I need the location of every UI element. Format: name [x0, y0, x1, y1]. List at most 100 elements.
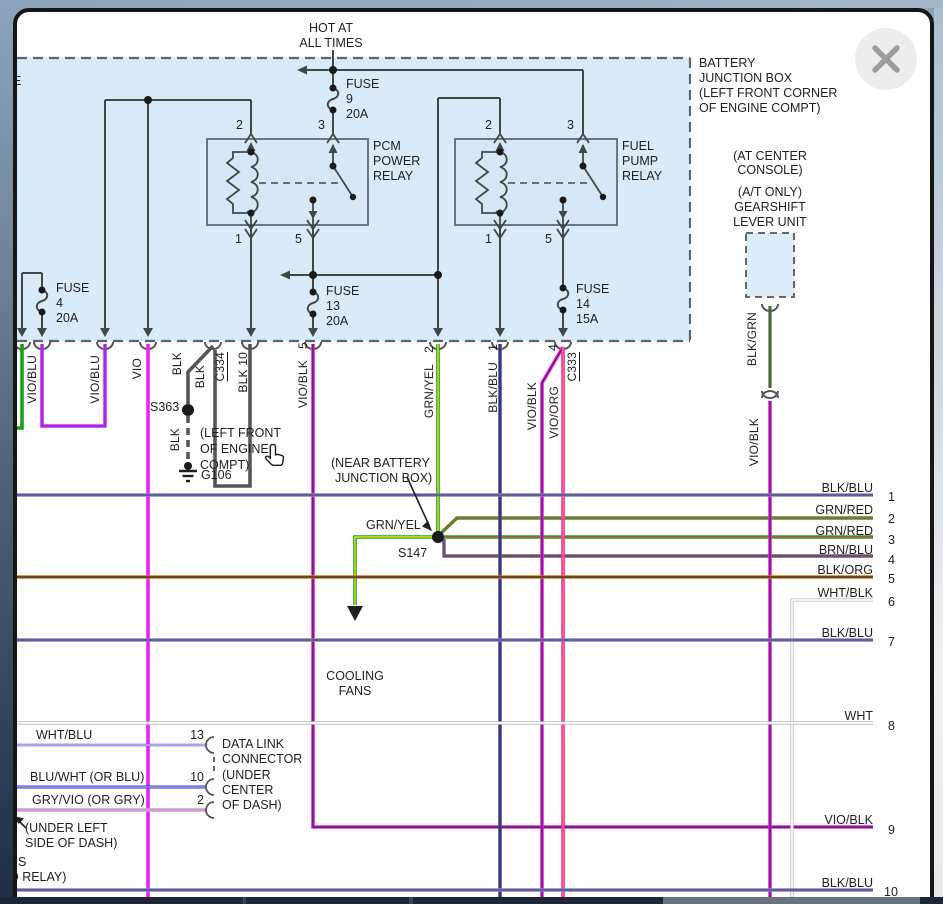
- row3-wire-label: GRN/RED: [815, 524, 873, 538]
- wire-label-blk-2: BLK: [194, 365, 207, 388]
- dlc-caption4: CENTER: [222, 783, 273, 797]
- wire-label-vio-blu-1: VIO/BLU: [26, 355, 39, 404]
- ground-label-g106: G106: [201, 468, 232, 482]
- wire-label-grn-yel-h: GRN/YEL: [366, 518, 421, 532]
- wire-label-vio-org: VIO/ORG: [548, 386, 561, 439]
- dlc-pin2-number: 2: [184, 793, 204, 807]
- fuse4-number: 4: [56, 296, 63, 310]
- wire-label-grn-yel: GRN/YEL: [423, 364, 436, 418]
- row4-number: 4: [888, 553, 895, 567]
- taskbar[interactable]: [0, 897, 943, 904]
- wire-label-vio-blk-c333: VIO/BLK: [526, 382, 539, 430]
- fuse4-rating: 20A: [56, 311, 78, 325]
- pcm-pin2: 2: [229, 118, 243, 132]
- dlc-caption1: DATA LINK: [222, 737, 284, 751]
- wire-label-vio-blu-2: VIO/BLU: [89, 355, 102, 404]
- dlc-pin10-number: 10: [184, 770, 204, 784]
- connector-label-c333: C333: [566, 352, 579, 382]
- screen: HOT AT ALL TIMES FUSE 9 20A FUSE 4 20A F…: [0, 0, 943, 904]
- fuel-pin1: 1: [478, 232, 492, 246]
- leftfront-caption1: (LEFT FRONT: [200, 426, 281, 440]
- fuse14-label: FUSE: [576, 282, 609, 296]
- nearbjb-caption2: JUNCTION BOX): [335, 471, 432, 485]
- fuse14-rating: 15A: [576, 312, 598, 326]
- row8-wire-label: WHT: [845, 709, 873, 723]
- cutoff-text-2: O RELAY): [9, 870, 66, 884]
- close-icon: [855, 28, 917, 90]
- junction-dots: [39, 66, 607, 543]
- close-button[interactable]: [855, 28, 917, 90]
- fuse4-label: FUSE: [56, 281, 89, 295]
- wire-label-vio-blk-pin5: VIO/BLK: [297, 360, 310, 408]
- wire-brn-blu-row4: [444, 539, 873, 556]
- gearshift-caption3: LEVER UNIT: [724, 215, 816, 229]
- underdash-caption2: SIDE OF DASH): [25, 836, 117, 850]
- pcm-pin1: 1: [228, 232, 242, 246]
- ground-symbol-g106: [179, 471, 197, 481]
- pcm-relay-label3: RELAY: [373, 169, 413, 183]
- row7-number: 7: [888, 635, 895, 649]
- underdash-caption1: (UNDER LEFT: [25, 821, 108, 835]
- cooling-fans-caption1: COOLING: [318, 669, 392, 683]
- bjb-caption4: OF ENGINE COMPT): [699, 101, 821, 115]
- pcm-pin3: 3: [311, 118, 325, 132]
- row6-wire-label: WHT/BLK: [817, 586, 873, 600]
- bjb-caption1: BATTERY: [699, 56, 756, 70]
- wire-wht-blk-row6: [792, 600, 873, 897]
- taskbar-segment-active[interactable]: [663, 897, 920, 904]
- dlc-pin13-wire-label: WHT/BLU: [36, 728, 92, 742]
- row4-wire-label: BRN/BLU: [819, 543, 873, 557]
- bjb-caption3: (LEFT FRONT CORNER: [699, 86, 837, 100]
- pin-label-1: 1: [487, 344, 500, 351]
- dlc-connector-bracket: [206, 737, 214, 818]
- splice-label-s147: S147: [398, 546, 427, 560]
- row10-wire-label: BLK/BLU: [822, 876, 873, 890]
- dlc-caption3: (UNDER: [222, 768, 271, 782]
- dlc-pin13-number: 13: [184, 728, 204, 742]
- splice-label-s363: S363: [150, 400, 179, 414]
- gearshift-lever-unit-box: [746, 233, 794, 297]
- wire-grn-red-row2: [439, 518, 873, 535]
- wire-label-vio: VIO: [131, 358, 144, 379]
- dlc-caption5: OF DASH): [222, 798, 282, 812]
- fuel-pin5: 5: [538, 232, 552, 246]
- row7-wire-label: BLK/BLU: [822, 626, 873, 640]
- fuse9-rating: 20A: [346, 107, 368, 121]
- fuse14-number: 14: [576, 297, 590, 311]
- cutoff-text-fuse: E: [13, 74, 21, 88]
- gearshift-caption2: GEARSHIFT: [724, 200, 816, 214]
- console-caption2: CONSOLE): [724, 163, 816, 177]
- wire-label-blk-ground: BLK: [169, 428, 182, 451]
- wire-label-blk-grn: BLK/GRN: [746, 312, 759, 366]
- nearbjb-caption1: (NEAR BATTERY: [331, 456, 430, 470]
- connector-label-c334: C334: [214, 352, 227, 382]
- pin-label-2: 2: [423, 346, 436, 353]
- taskbar-divider-1: [243, 897, 246, 904]
- wire-label-blk-blu: BLK/BLU: [487, 362, 500, 413]
- cooling-fans-caption2: FANS: [318, 684, 392, 698]
- row6-number: 6: [888, 595, 895, 609]
- row3-number: 3: [888, 533, 895, 547]
- pcm-relay-label1: PCM: [373, 139, 401, 153]
- console-caption1: (AT CENTER: [724, 149, 816, 163]
- fuel-relay-label2: PUMP: [622, 154, 658, 168]
- dlc-pin2-wire-label: GRY/VIO (OR GRY): [32, 793, 145, 807]
- dlc-caption2: CONNECTOR: [222, 752, 302, 766]
- pin-label-5: 5: [297, 342, 310, 349]
- colored-wires: [15, 306, 873, 897]
- row5-wire-label: BLK/ORG: [817, 563, 873, 577]
- fuse9-number: 9: [346, 92, 353, 106]
- desktop-left-strip: [0, 0, 13, 904]
- row1-number: 1: [888, 490, 895, 504]
- row1-wire-label: BLK/BLU: [822, 481, 873, 495]
- bjb-caption2: JUNCTION BOX: [699, 71, 792, 85]
- fuse9-label: FUSE: [346, 77, 379, 91]
- hot-at-label2: ALL TIMES: [296, 36, 366, 50]
- row2-wire-label: GRN/RED: [815, 503, 873, 517]
- desktop-top-strip: [0, 0, 943, 8]
- boundary-connector-cups: [14, 304, 778, 398]
- wire-vio-blk-row9: [313, 344, 873, 827]
- wire-label-vio-blk-gear: VIO/BLK: [748, 418, 761, 466]
- fuel-relay-label3: RELAY: [622, 169, 662, 183]
- leftfront-caption2: OF ENGINE: [200, 442, 269, 456]
